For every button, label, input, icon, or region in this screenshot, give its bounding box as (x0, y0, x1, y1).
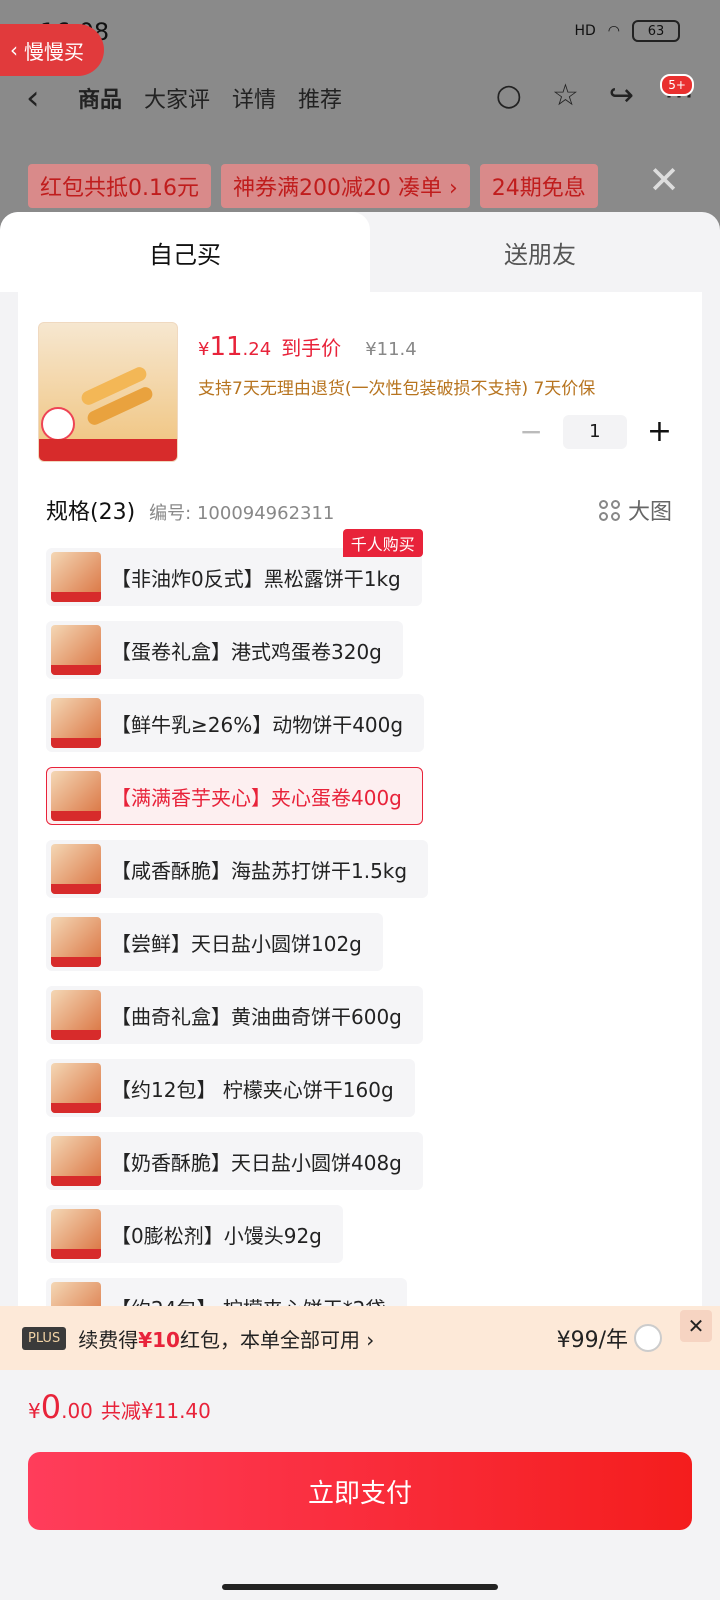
purchase-sheet: 送朋友 自己买 ¥11.24 到手价 ¥11.4 支持7天无理由退货(一次性包装… (0, 212, 720, 1600)
spec-label: 【0膨松剂】小馒头92g (111, 1223, 322, 1248)
spec-thumbnail (51, 917, 101, 967)
sheet-body: ¥11.24 到手价 ¥11.4 支持7天无理由退货(一次性包装破损不支持) 7… (18, 292, 702, 1320)
spec-label: 【曲奇礼盒】黄油曲奇饼干600g (111, 1004, 402, 1029)
spec-option[interactable]: 【0膨松剂】小馒头92g (46, 1205, 343, 1263)
grid-icon (598, 499, 620, 521)
big-view-button[interactable]: 大图 (598, 494, 672, 526)
back-to-app-button[interactable]: ‹ 慢慢买 (0, 24, 104, 76)
spec-thumbnail (51, 844, 101, 894)
tab-send-friend[interactable]: 送朋友 (360, 212, 720, 292)
spec-label: 【约12包】 柠檬夹心饼干160g (111, 1077, 394, 1102)
total-saving: 共减¥11.40 (100, 1399, 211, 1423)
battery-icon: 63 (632, 20, 680, 42)
spec-thumbnail (51, 1209, 101, 1259)
spec-label: 【咸香酥脆】海盐苏打饼干1.5kg (111, 858, 408, 883)
spec-thumbnail (51, 1063, 101, 1113)
close-icon[interactable]: ✕ (680, 1310, 712, 1342)
big-view-label: 大图 (627, 500, 672, 525)
plus-price: ¥99/年 (556, 1328, 628, 1353)
spec-thumbnail (51, 552, 101, 602)
background-product-page: 16:08 HD ◠ 63 ‹ 慢慢买 ‹ 商品 大家评 详情 推荐 ○ ☆ ↪… (0, 0, 720, 240)
spec-option-selected[interactable]: 【满满香芋夹心】夹心蛋卷400g (46, 767, 423, 825)
spec-option[interactable]: 【蛋卷礼盒】港式鸡蛋卷320g (46, 621, 403, 679)
star-icon[interactable]: ☆ (552, 78, 579, 113)
promo-chip-redpacket[interactable]: 红包共抵0.16元 (28, 164, 211, 208)
search-icon[interactable]: ○ (496, 78, 522, 113)
tab-details[interactable]: 详情 (232, 82, 276, 114)
spec-thumbnail (51, 990, 101, 1040)
back-app-label: 慢慢买 (24, 39, 84, 64)
hot-badge: 千人购买 (342, 529, 423, 557)
spec-label: 【满满香芋夹心】夹心蛋卷400g (111, 785, 402, 810)
promo-chip-installment[interactable]: 24期免息 (479, 164, 598, 208)
product-image[interactable] (38, 322, 178, 462)
plus-logo: PLUS (22, 1326, 67, 1350)
back-arrow-icon[interactable]: ‹ (26, 78, 40, 118)
status-icons: HD ◠ 63 (574, 20, 680, 42)
top-nav: ‹ 商品 大家评 详情 推荐 ○ ☆ ↪ ⋯ 5+ (0, 70, 720, 122)
spec-option[interactable]: 【约12包】 柠檬夹心饼干160g (46, 1059, 415, 1117)
more-badge: 5+ (660, 74, 694, 96)
total-row: ¥0.00 共减¥11.40 (28, 1388, 211, 1426)
tab-product[interactable]: 商品 (78, 82, 122, 114)
plus-radio[interactable] (634, 1324, 662, 1352)
plus-text: 续费得¥10红包，本单全部可用 › (78, 1327, 375, 1352)
nav-tabs: 商品 大家评 详情 推荐 (78, 82, 342, 114)
spec-title: 规格(23) (46, 500, 136, 525)
spec-label: 【蛋卷礼盒】港式鸡蛋卷320g (111, 639, 382, 664)
final-price-label: 到手价 (281, 336, 342, 360)
plus-button[interactable]: + (647, 414, 672, 449)
spec-option[interactable]: 【曲奇礼盒】黄油曲奇饼干600g (46, 986, 423, 1044)
spec-label: 【鲜牛乳≥26%】动物饼干400g (111, 712, 404, 737)
spec-thumbnail (51, 1136, 101, 1186)
share-icon[interactable]: ↪ (609, 78, 634, 113)
spec-thumbnail (51, 698, 101, 748)
final-price: ¥11.24 (198, 332, 272, 362)
minus-button[interactable]: − (519, 415, 542, 448)
spec-thumbnail (51, 771, 101, 821)
wifi-icon: ◠ (607, 23, 620, 39)
quantity-stepper: − 1 + (519, 414, 672, 449)
spec-option[interactable]: 【奶香酥脆】天日盐小圆饼408g (46, 1132, 423, 1190)
promo-row: 红包共抵0.16元 神券满200减20 凑单 › 24期免息 (28, 164, 598, 208)
home-indicator (222, 1584, 498, 1590)
spec-label: 【非油炸0反式】黑松露饼干1kg (111, 566, 401, 591)
promo-chip-coupon[interactable]: 神券满200减20 凑单 › (221, 164, 470, 208)
status-bar: 16:08 HD ◠ 63 (0, 0, 720, 60)
signal-icon: HD (574, 23, 596, 39)
pay-now-button[interactable]: 立即支付 (28, 1452, 692, 1530)
sheet-tabs: 送朋友 自己买 (0, 212, 720, 292)
tab-recommend[interactable]: 推荐 (298, 82, 342, 114)
spec-option[interactable]: 【鲜牛乳≥26%】动物饼干400g (46, 694, 425, 752)
spec-thumbnail (51, 625, 101, 675)
original-price: ¥11.4 (365, 339, 417, 360)
total-price: ¥0.00 (28, 1388, 93, 1426)
spec-option[interactable]: 千人购买 【非油炸0反式】黑松露饼干1kg (46, 529, 423, 606)
spec-label: 【尝鲜】天日盐小圆饼102g (111, 931, 362, 956)
spec-option[interactable]: 【咸香酥脆】海盐苏打饼干1.5kg (46, 840, 429, 898)
spec-code: 编号: 100094962311 (149, 503, 335, 524)
tab-reviews[interactable]: 大家评 (144, 82, 210, 114)
price-block: ¥11.24 到手价 ¥11.4 (198, 332, 417, 362)
support-text: 支持7天无理由退货(一次性包装破损不支持) 7天价保 (198, 379, 596, 399)
plus-membership-bar[interactable]: PLUS 续费得¥10红包，本单全部可用 › ¥99/年 ✕ (0, 1306, 720, 1370)
chevron-left-icon: ‹ (10, 38, 18, 62)
spec-option[interactable]: 【尝鲜】天日盐小圆饼102g (46, 913, 383, 971)
nav-icons: ○ ☆ ↪ ⋯ 5+ (496, 74, 694, 113)
quantity-input[interactable]: 1 (562, 414, 627, 449)
close-icon[interactable]: ✕ (648, 158, 680, 202)
tab-buy-self[interactable]: 自己买 (0, 212, 370, 292)
more-icon[interactable]: ⋯ 5+ (660, 74, 694, 113)
spec-heading: 规格(23) 编号: 100094962311 (46, 494, 334, 526)
spec-label: 【奶香酥脆】天日盐小圆饼408g (111, 1150, 402, 1175)
spec-list: 千人购买 【非油炸0反式】黑松露饼干1kg 【蛋卷礼盒】港式鸡蛋卷320g 【鲜… (46, 529, 686, 1320)
